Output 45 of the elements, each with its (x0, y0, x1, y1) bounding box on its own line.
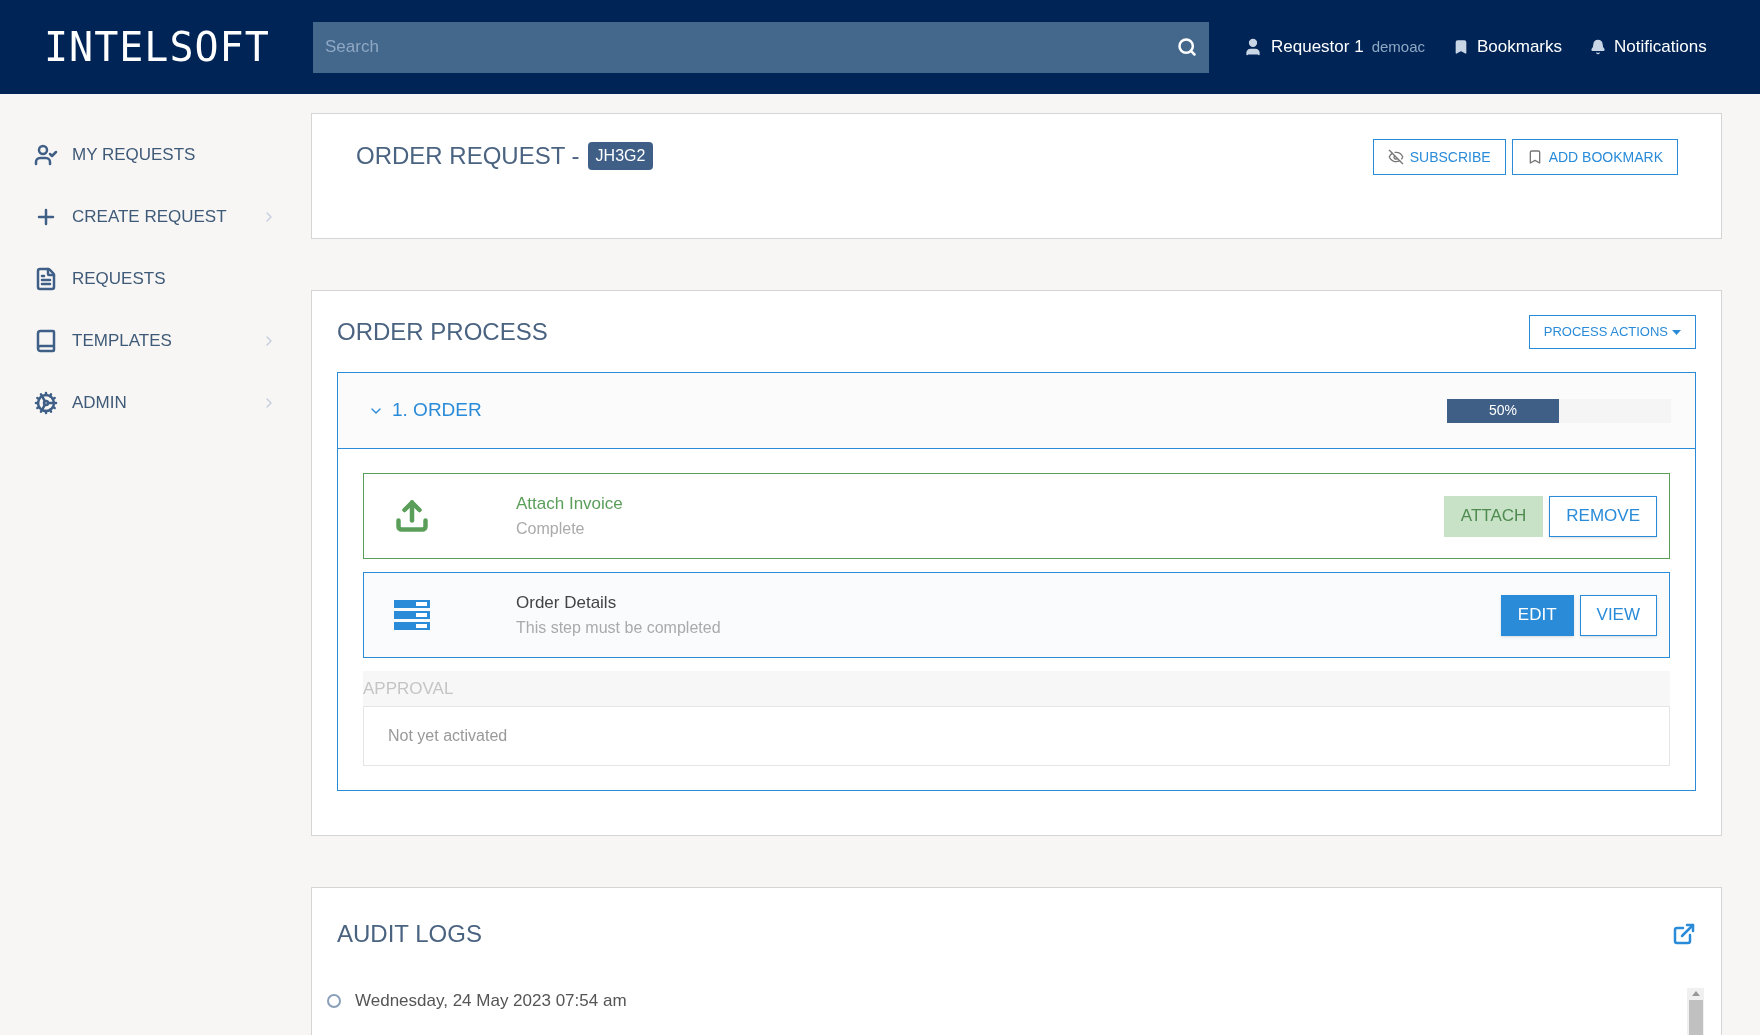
process-actions-button[interactable]: PROCESS ACTIONS (1528, 315, 1696, 349)
scroll-up-icon[interactable] (1691, 991, 1700, 996)
step-status: Complete (516, 518, 586, 539)
sidebar-item[interactable]: CREATE REQUEST (0, 186, 311, 248)
step-button[interactable]: REMOVE (1549, 495, 1657, 537)
step-button[interactable]: VIEW (1579, 594, 1657, 636)
user-icon (1243, 37, 1263, 57)
phase-header[interactable]: 1. ORDER 50% (338, 373, 1695, 449)
file-icon (34, 267, 58, 291)
external-link-icon[interactable] (1672, 922, 1696, 946)
action-button[interactable]: SUBSCRIBE (1372, 139, 1506, 175)
sidebar-item[interactable]: ADMIN (0, 372, 311, 434)
sidebar-item[interactable]: TEMPLATES (0, 310, 311, 372)
user-name[interactable]: Requestor 1 (1271, 34, 1364, 60)
action-button[interactable]: ADD BOOKMARK (1511, 139, 1678, 175)
eye-icon (1387, 149, 1404, 165)
search-field[interactable]: Search (313, 21, 1209, 73)
sidebar-item[interactable]: MY REQUESTS (0, 124, 311, 186)
bell-icon (1590, 39, 1607, 55)
step-status: This step must be completed (516, 617, 722, 638)
scrollbar-thumb[interactable] (1688, 1000, 1703, 1035)
step-button[interactable]: EDIT (1500, 594, 1574, 636)
form-icon (394, 600, 430, 630)
book-icon (34, 329, 58, 353)
progress-reading: 50% (1488, 401, 1518, 420)
phase-title: 1. ORDER (392, 398, 483, 423)
sidebar-item[interactable]: REQUESTS (0, 248, 311, 310)
request-title: ORDER REQUEST - (356, 141, 580, 171)
logo: INTELSOFT (44, 23, 271, 72)
upload-icon (394, 498, 430, 534)
request-code: JH3G2 (587, 142, 654, 170)
approval-body: Not yet activated (363, 706, 1670, 766)
audit-title: AUDIT LOGS (337, 919, 482, 949)
account-name: demoac (1371, 36, 1425, 57)
caret-icon (1672, 329, 1681, 335)
bookmark-icon (1453, 39, 1469, 55)
search-icon[interactable] (1177, 36, 1197, 57)
step-title: Attach Invoice (516, 493, 624, 516)
user-icon (34, 143, 58, 167)
process-title: ORDER PROCESS (337, 317, 548, 347)
log-date: Wednesday, 24 May 2023 07:54 am (355, 990, 627, 1012)
gears-icon (34, 391, 58, 415)
header-link[interactable]: Bookmarks (1477, 34, 1563, 60)
header-link[interactable]: Notifications (1614, 34, 1707, 60)
step-title: Order Details (516, 592, 618, 615)
